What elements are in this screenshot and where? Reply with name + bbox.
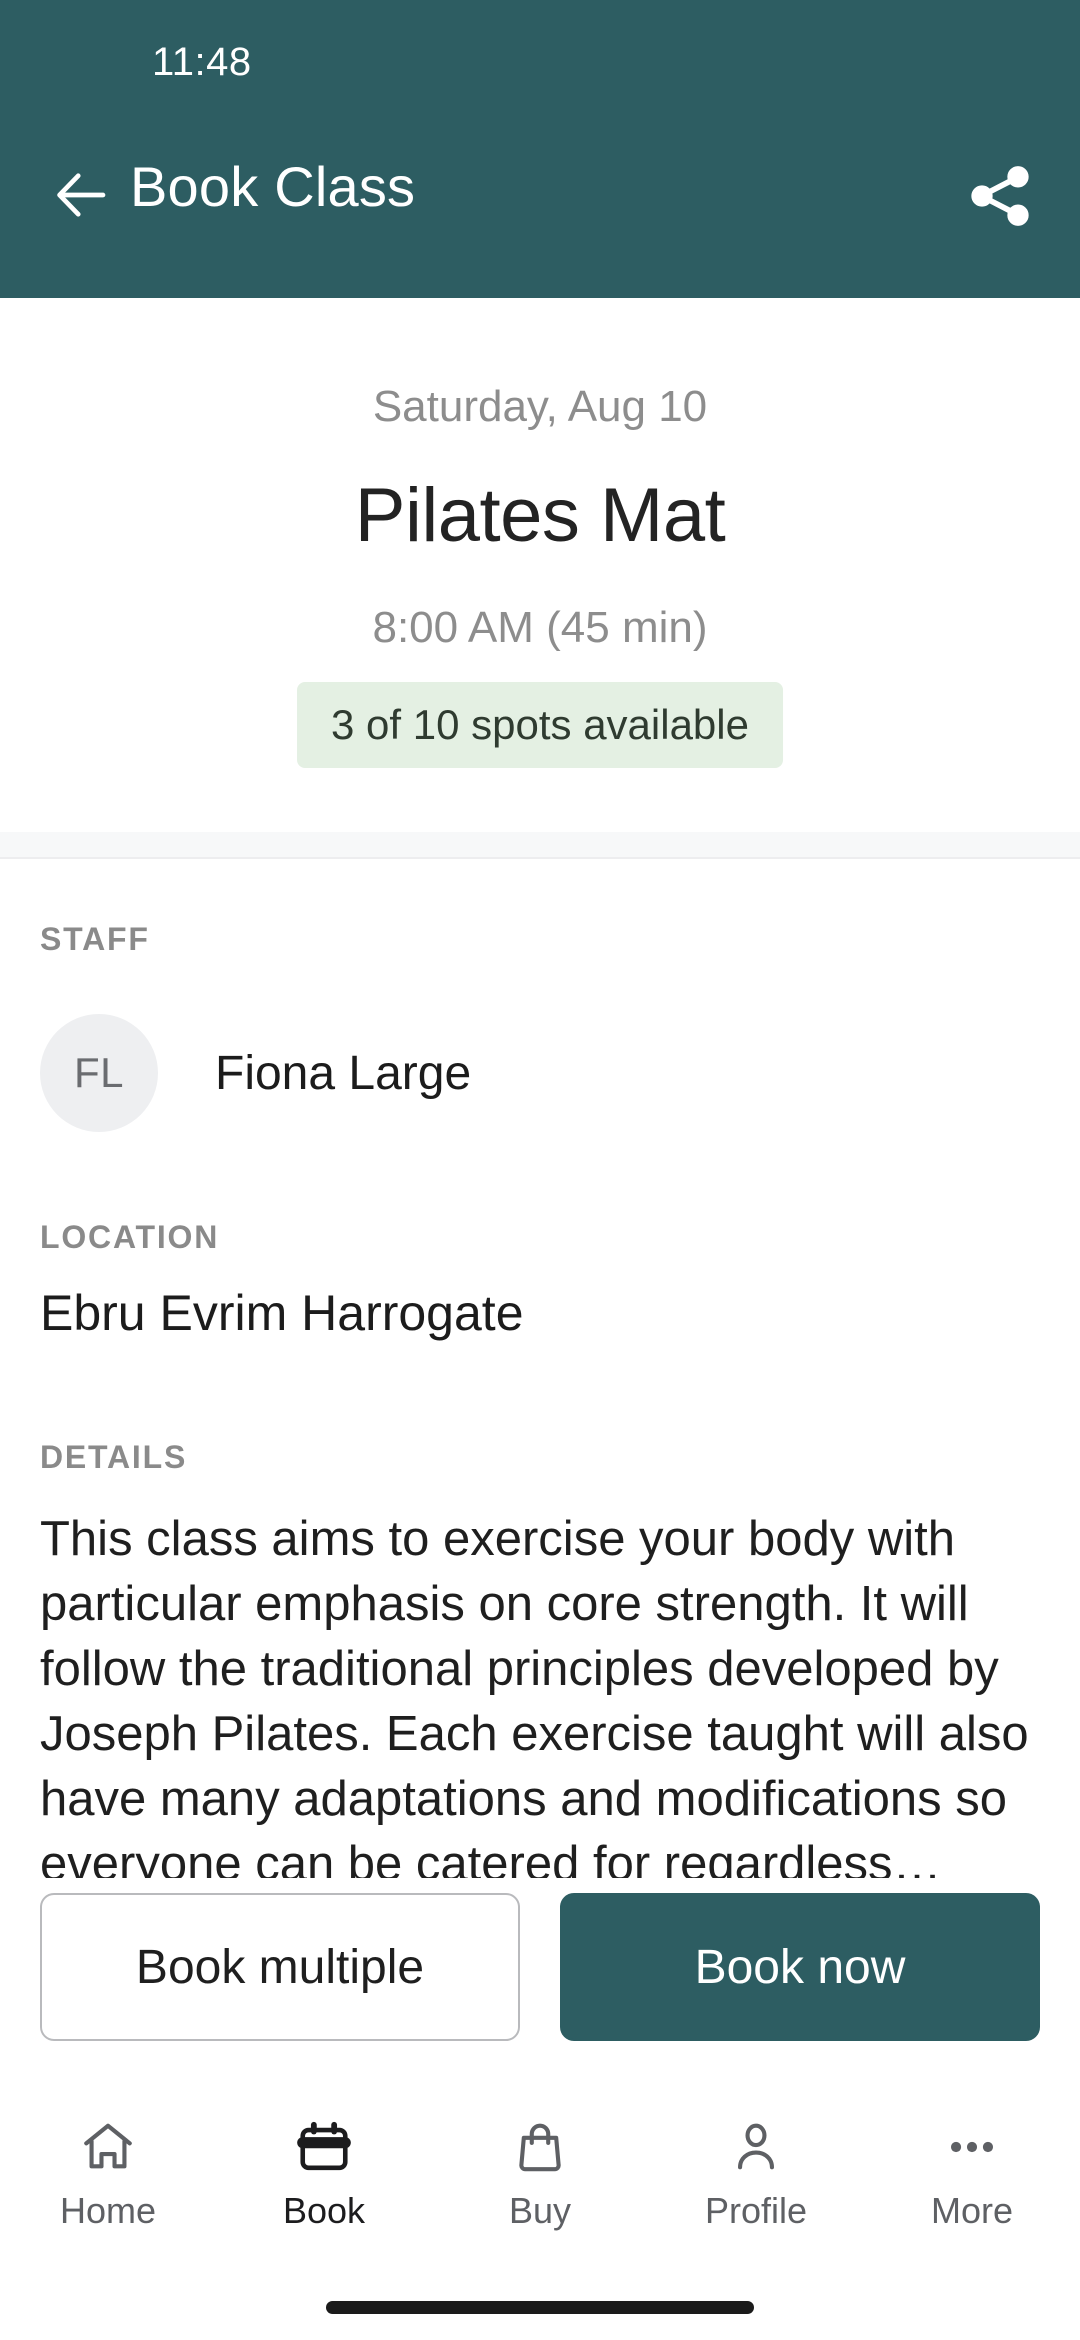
share-icon[interactable] <box>964 160 1036 232</box>
home-indicator[interactable] <box>326 2301 754 2314</box>
staff-section-label: STAFF <box>40 921 150 957</box>
nav-label-buy: Buy <box>508 2190 572 2231</box>
location-section-label: LOCATION <box>40 1219 220 1255</box>
ellipsis-icon <box>943 2116 1001 2178</box>
person-icon <box>727 2116 785 2178</box>
avatar: FL <box>40 1014 158 1132</box>
app-screen: 11:48 Book Class Saturday, Aug 10 Pilate… <box>0 0 1080 2340</box>
class-time: 8:00 AM (45 min) <box>372 603 708 652</box>
arrow-left-icon[interactable] <box>48 162 114 228</box>
action-bar: Book multiple Book now <box>0 1878 1080 2068</box>
staff-row[interactable]: FL Fiona Large <box>40 1014 471 1132</box>
nav-label-more: More <box>930 2190 1014 2231</box>
nav-label-home: Home <box>59 2190 157 2231</box>
status-badge: 3 of 10 spots available <box>297 682 783 768</box>
class-name: Pilates Mat <box>354 473 726 558</box>
details-text: This class aims to exercise your body wi… <box>40 1512 1029 1878</box>
nav-item-more[interactable]: More <box>864 2068 1080 2298</box>
section-divider <box>0 832 1080 858</box>
details-section-label: DETAILS <box>40 1439 188 1475</box>
class-details-panel: STAFF FL Fiona Large LOCATION Ebru Evrim… <box>0 859 1080 1878</box>
status-bar: 11:48 <box>0 0 1080 120</box>
home-icon <box>79 2116 137 2178</box>
bag-icon <box>511 2116 569 2178</box>
staff-name: Fiona Large <box>215 1046 472 1100</box>
page-title: Book Class <box>130 155 416 218</box>
top-bar: 11:48 Book Class <box>0 0 1080 298</box>
nav-label-profile: Profile <box>704 2190 808 2231</box>
nav-item-profile[interactable]: Profile <box>648 2068 864 2298</box>
calendar-icon <box>295 2116 353 2178</box>
nav-label-book: Book <box>282 2190 366 2231</box>
app-bar: Book Class <box>0 155 1080 276</box>
class-summary: Saturday, Aug 10 Pilates Mat 8:00 AM (45… <box>0 298 1080 832</box>
location-value: Ebru Evrim Harrogate <box>40 1285 524 1341</box>
status-bar-clock: 11:48 <box>152 40 252 84</box>
book-now-button[interactable]: Book now <box>560 1893 1040 2041</box>
nav-item-home[interactable]: Home <box>0 2068 216 2298</box>
class-date: Saturday, Aug 10 <box>372 382 708 431</box>
nav-item-book[interactable]: Book <box>216 2068 432 2298</box>
book-multiple-button[interactable]: Book multiple <box>40 1893 520 2041</box>
bottom-navigation: Home Book Buy Profile More <box>0 2068 1080 2298</box>
nav-item-buy[interactable]: Buy <box>432 2068 648 2298</box>
